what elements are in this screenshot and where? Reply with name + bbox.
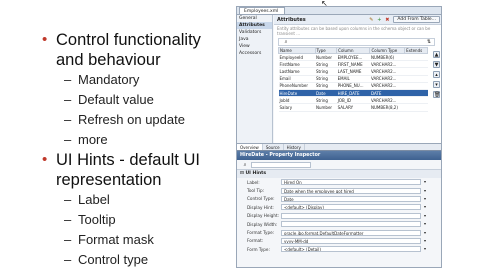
prop-format-type: Format Type: oracle.jbo.format.DefaultDat…: [247, 229, 428, 236]
chevron-down-icon[interactable]: ▾: [422, 238, 428, 244]
sub-bullet: – Refresh on update: [64, 112, 185, 127]
search-icon: ⌕: [243, 161, 247, 168]
control-type-select[interactable]: Date: [281, 195, 421, 202]
ui-hints-section[interactable]: ⊟ UI Hints: [237, 170, 441, 178]
display-width-field[interactable]: [281, 221, 421, 228]
add-from-table-button[interactable]: Add From Table...: [393, 16, 440, 23]
display-hint-select[interactable]: <default> (Display): [281, 204, 421, 211]
sub-bullet: – Mandatory: [64, 72, 140, 87]
bullet-control-functionality-cont: and behaviour: [56, 51, 161, 69]
editor-nav: General Attributes Validators Java View …: [237, 15, 273, 143]
tooltip-field[interactable]: Date when the employee got hired: [281, 187, 421, 194]
search-icon: ⌕: [284, 39, 288, 45]
attributes-panel: Attributes ✎ + ✖ Add From Table... Entit…: [274, 15, 441, 143]
table-row[interactable]: EmployeeId Number EMPLOYEE... NUMBER(6): [278, 53, 428, 62]
bullet-ui-hints-cont: representation: [56, 171, 162, 189]
entity-editor: General Attributes Validators Java View …: [237, 15, 441, 143]
row-action-icons: ▲ ▼ ▴ ▾ 🗑: [433, 51, 441, 101]
bullet-ui-hints: • UI Hints - default UI: [42, 151, 200, 169]
prop-format: Format: yyyy-MM-dd ▾: [247, 237, 428, 244]
chevron-down-icon[interactable]: ▾: [422, 204, 428, 210]
scroll-up-icon[interactable]: ▴: [433, 71, 440, 78]
prop-display-height: Display Height: ▾: [247, 212, 428, 219]
bullet-list: • Control functionality and behaviour – Ma…: [42, 30, 201, 270]
delete-icon[interactable]: ✖: [384, 17, 390, 23]
chevron-down-icon[interactable]: ▾: [422, 221, 428, 227]
filter-field[interactable]: ⌕ ⇅: [278, 38, 435, 46]
inspector-title: HireDate - Property Inspector: [237, 151, 441, 160]
prop-tooltip: Tool Tip: Date when the employee got hire…: [247, 187, 428, 194]
prop-label: Label: Hired On ▾: [247, 179, 428, 186]
table-row[interactable]: PhoneNumber String PHONE_NU... VARCHAR2...: [278, 82, 428, 90]
prop-display-hint: Display Hint: <default> (Display) ▾: [247, 204, 428, 211]
bullet-control-functionality: • Control functionality: [42, 31, 201, 49]
chevron-down-icon[interactable]: ▾: [422, 213, 428, 219]
inspector-search-input[interactable]: [251, 161, 311, 168]
table-row[interactable]: FirstName String FIRST_NAME VARCHAR2...: [278, 60, 428, 69]
arrows-icon: ⇅: [426, 39, 432, 45]
sub-bullet: – Control type: [64, 252, 149, 267]
sub-bullet: – Label: [64, 192, 110, 207]
sub-bullet: – more: [64, 132, 108, 147]
attributes-table: Name Type Column Column Type Extends Emp…: [278, 47, 428, 112]
trash-icon[interactable]: 🗑: [433, 91, 440, 98]
bullet-dot-icon: •: [42, 151, 48, 168]
move-up-icon[interactable]: ▲: [433, 51, 440, 58]
attributes-description: Entity attributes can be based upon colu…: [277, 26, 431, 36]
sub-bullet: – Default value: [64, 92, 154, 107]
ide-screenshot: Employees.xml General Attributes Validat…: [236, 6, 442, 268]
nav-item-java[interactable]: Java: [237, 36, 272, 43]
sub-bullet: – Tooltip: [64, 212, 116, 227]
prop-display-width: Display Width: ▾: [247, 221, 428, 228]
table-row[interactable]: Salary Number SALARY NUMBER(8,2): [278, 103, 428, 112]
table-row[interactable]: JobId String JOB_ID VARCHAR2...: [278, 96, 428, 105]
nav-item-attributes[interactable]: Attributes: [237, 22, 272, 29]
table-row[interactable]: Email String EMAIL VARCHAR2...: [278, 75, 428, 83]
move-down-icon[interactable]: ▼: [433, 61, 440, 68]
attributes-header: Attributes ✎ + ✖ Add From Table...: [274, 15, 441, 25]
nav-item-validators[interactable]: Validators: [237, 29, 272, 36]
attributes-title: Attributes: [277, 16, 306, 23]
label-field[interactable]: Hired On: [281, 179, 421, 186]
table-row[interactable]: LastName String LAST_NAME VARCHAR2...: [278, 67, 428, 76]
nav-item-view-accessors[interactable]: View Accessors: [237, 43, 272, 56]
file-tab[interactable]: Employees.xml: [239, 7, 286, 14]
prop-form-type: Form Type: <default> (Detail) ▾: [247, 246, 428, 253]
add-icon[interactable]: +: [376, 17, 382, 23]
property-inspector: HireDate - Property Inspector ⌕ ⊟ UI Hin…: [237, 150, 441, 267]
pencil-icon[interactable]: ✎: [368, 17, 374, 23]
editor-tabs: Overview Source History: [237, 143, 441, 150]
format-type-select[interactable]: oracle.jbo.format.DefaultDateFormatter: [281, 229, 421, 236]
inspector-toolbar: ⌕: [237, 160, 441, 170]
format-field[interactable]: yyyy-MM-dd: [281, 237, 421, 244]
chevron-down-icon[interactable]: ▾: [422, 230, 428, 236]
sub-bullet: – Format mask: [64, 232, 154, 247]
scroll-down-icon[interactable]: ▾: [433, 81, 440, 88]
prop-control-type: Control Type: Date ▾: [247, 195, 428, 202]
chevron-down-icon[interactable]: ▾: [422, 188, 428, 194]
form-type-select[interactable]: <default> (Detail): [281, 246, 421, 253]
nav-item-general[interactable]: General: [237, 15, 272, 22]
chevron-down-icon[interactable]: ▾: [422, 179, 428, 185]
file-tab-bar: Employees.xml: [237, 7, 441, 15]
chevron-down-icon[interactable]: ▾: [422, 246, 428, 252]
table-row-selected[interactable]: HireDate Date HIRE_DATE DATE: [278, 89, 428, 98]
slide-text-area: • Control functionality and behaviour – Ma…: [0, 0, 230, 270]
bullet-dot-icon: •: [42, 31, 48, 48]
chevron-down-icon[interactable]: ▾: [422, 196, 428, 202]
display-height-field[interactable]: [281, 212, 421, 219]
